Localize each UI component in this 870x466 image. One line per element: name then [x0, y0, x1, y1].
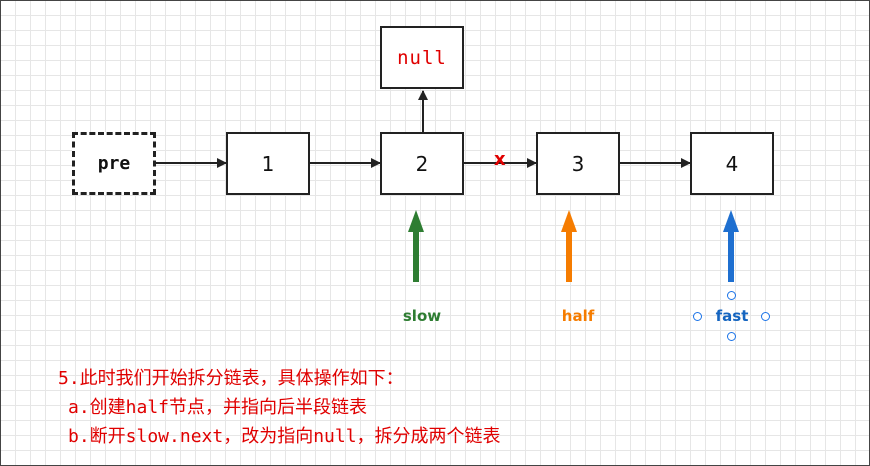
cut-mark: x — [494, 149, 506, 170]
null-node: null — [380, 26, 464, 89]
explanation-notes: 5.此时我们开始拆分链表，具体操作如下： a.创建half节点，并指向后半段链表… — [58, 364, 501, 451]
fast-pointer-arrow — [723, 210, 739, 282]
selection-handle-bottom[interactable] — [727, 332, 736, 341]
list-node-1: 1 — [226, 132, 310, 195]
fast-label: fast — [715, 307, 749, 325]
pre-node: pre — [72, 132, 156, 195]
note-line-2: a.创建half节点，并指向后半段链表 — [68, 397, 368, 418]
half-label: half — [561, 307, 595, 325]
selection-handle-left[interactable] — [693, 312, 702, 321]
half-pointer-arrow — [561, 210, 577, 282]
note-line-1: 5.此时我们开始拆分链表，具体操作如下： — [58, 368, 404, 389]
list-node-2: 2 — [380, 132, 464, 195]
slow-pointer-arrow — [408, 210, 424, 282]
selection-handle-top[interactable] — [727, 291, 736, 300]
selection-handle-right[interactable] — [761, 312, 770, 321]
slow-label: slow — [402, 307, 442, 325]
list-node-3: 3 — [536, 132, 620, 195]
list-node-4: 4 — [690, 132, 774, 195]
note-line-3: b.断开slow.next，改为指向null，拆分成两个链表 — [68, 426, 501, 447]
